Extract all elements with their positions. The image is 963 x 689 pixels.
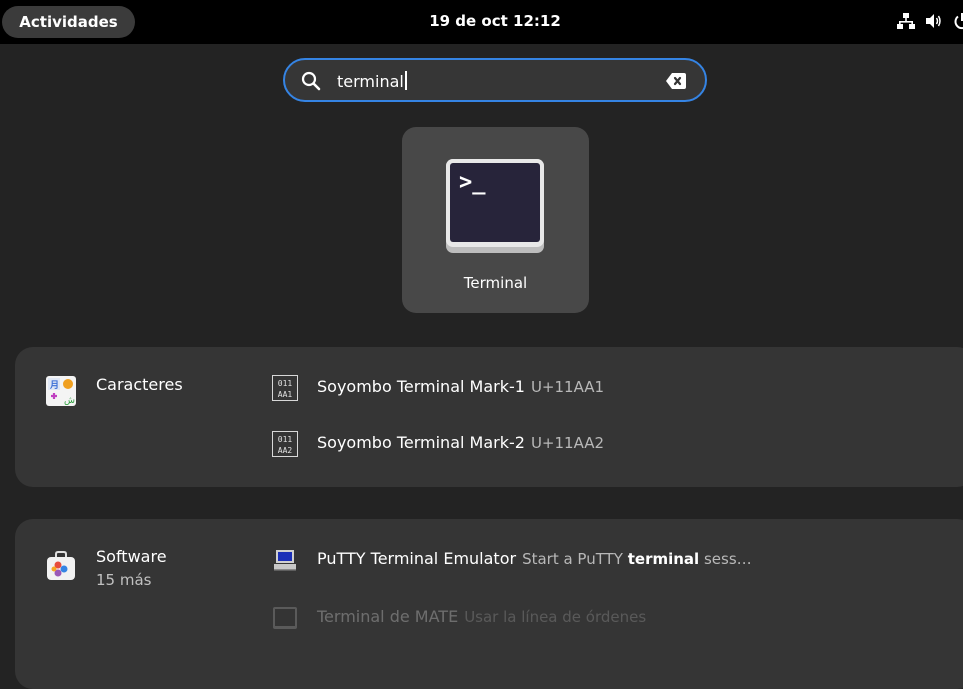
- result-description: U+11AA1: [530, 378, 605, 396]
- provider-software: Software 15 más PuTTY Terminal Emulator S…: [15, 519, 963, 689]
- clear-search-icon[interactable]: [665, 72, 687, 90]
- svg-text:月: 月: [49, 380, 59, 391]
- provider-more-count[interactable]: 15 más: [96, 571, 151, 589]
- search-text[interactable]: terminal: [337, 71, 407, 91]
- activities-button[interactable]: Actividades: [2, 6, 135, 38]
- character-glyph-icon: 011 AA1: [272, 375, 298, 401]
- result-title: Terminal de MATE: [317, 607, 459, 626]
- text-caret: [404, 71, 407, 90]
- provider-name: Caracteres: [96, 375, 183, 394]
- result-title: PuTTY Terminal Emulator: [317, 549, 517, 568]
- putty-icon: [274, 550, 296, 571]
- provider-name: Software: [96, 547, 167, 566]
- search-icon: [301, 71, 321, 91]
- software-app-icon[interactable]: [45, 549, 77, 581]
- power-icon: [954, 13, 963, 30]
- system-tray[interactable]: [873, 12, 963, 32]
- result-description: U+11AA2: [530, 434, 605, 452]
- mate-terminal-icon: [273, 607, 297, 629]
- character-glyph-icon: 011 AA2: [272, 431, 298, 457]
- provider-characters: 月 ش Caracteres 011 AA1 Soyombo Terminal M…: [15, 347, 963, 487]
- result-description: Start a PuTTY terminal sess…: [522, 550, 752, 568]
- result-title: Soyombo Terminal Mark-1: [317, 377, 525, 396]
- clock[interactable]: 19 de oct 12:12: [380, 12, 610, 30]
- terminal-prompt: >_: [459, 170, 486, 195]
- result-title: Soyombo Terminal Mark-2: [317, 433, 525, 452]
- top-bar: Actividades 19 de oct 12:12: [0, 0, 963, 44]
- characters-app-icon[interactable]: 月 ش: [45, 375, 77, 407]
- app-result-label: Terminal: [463, 274, 528, 292]
- result-description: Usar la línea de órdenes: [464, 608, 647, 626]
- app-result-terminal[interactable]: >_ Terminal: [402, 127, 589, 313]
- network-icon: [897, 13, 915, 29]
- terminal-app-icon: >_: [446, 159, 544, 253]
- volume-icon: [926, 14, 941, 28]
- search-entry[interactable]: terminal: [283, 58, 707, 102]
- svg-text:ش: ش: [64, 396, 75, 406]
